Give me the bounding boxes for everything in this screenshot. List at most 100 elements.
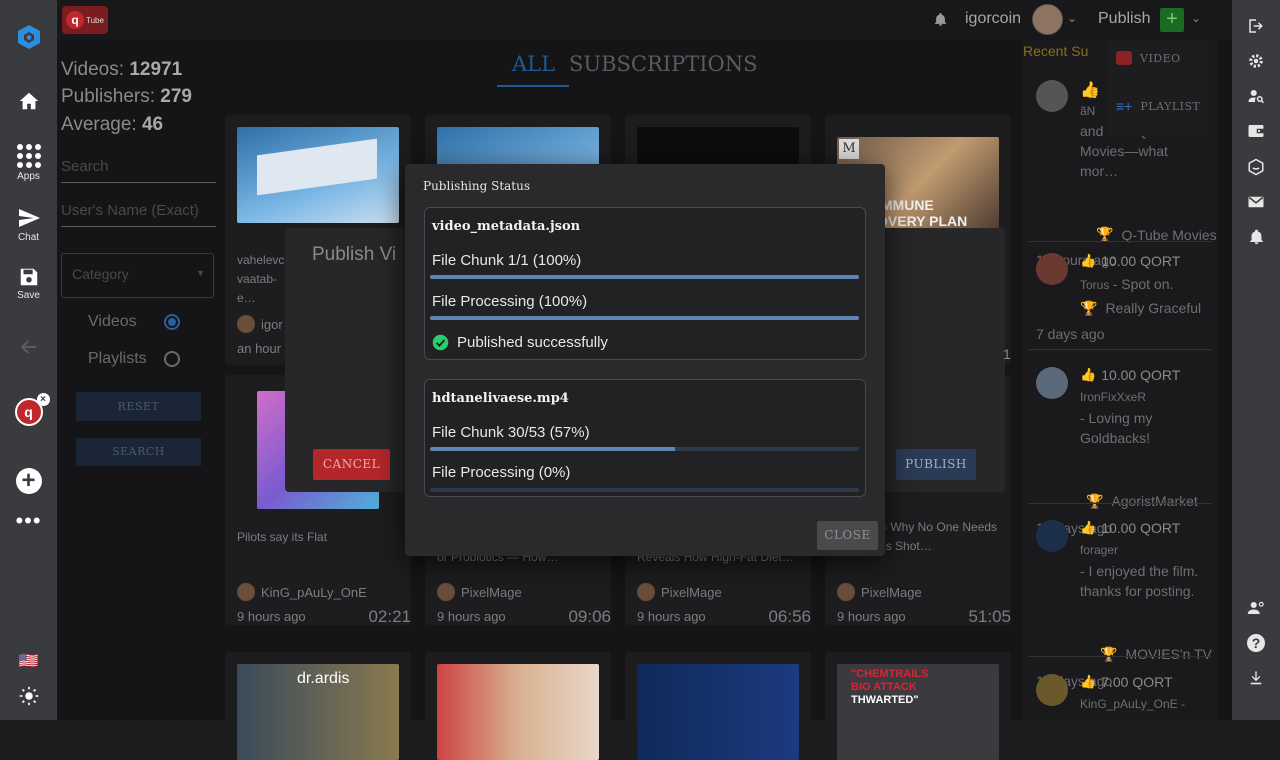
mail-icon[interactable] [1232, 193, 1280, 211]
publishing-status-modal: Publishing Status video_metadata.json Fi… [405, 164, 885, 556]
download-icon[interactable] [1232, 669, 1280, 687]
superlike-amount: 10.00 QORT [1101, 253, 1181, 269]
qtube-logo[interactable]: q Tube [62, 6, 108, 34]
superlike-amount-row: 👍 10.00 QORT [1080, 253, 1180, 269]
left-rail: Apps Chat Save q × + ••• 🇺🇸 [0, 0, 57, 720]
user-avatar[interactable] [1032, 4, 1063, 35]
superlike-target-name: MOVIES'n TV [1125, 646, 1212, 662]
chat-button[interactable]: Chat [0, 206, 57, 243]
search-input[interactable]: Search [61, 158, 216, 183]
wallet-icon[interactable] [1232, 122, 1280, 140]
superlike-user-comment: Torus - Spot on. [1080, 276, 1173, 292]
author-avatar [837, 583, 855, 601]
tab-subscriptions[interactable]: SUBSCRIPTIONS [569, 52, 758, 76]
video-time: an hour [237, 341, 282, 356]
video-card[interactable] [425, 652, 611, 760]
apps-button[interactable]: Apps [0, 143, 57, 182]
video-card[interactable]: "CHEMTRAILS BIO ATTACK THWARTED" [825, 652, 1011, 760]
file-name: video_metadata.json [432, 219, 581, 234]
superlike-target: 🏆 MOVIES'n TV [1100, 646, 1212, 663]
qtube-app-icon[interactable]: q × [0, 393, 57, 426]
recent-header: Recent Su [1023, 43, 1089, 59]
publish-menu-label[interactable]: Publish [1098, 10, 1150, 28]
video-time-row: 9 hours ago 02:21 [237, 607, 411, 626]
settings-gear-icon[interactable] [1232, 52, 1280, 70]
user-name-input[interactable]: User's Name (Exact) [61, 202, 216, 227]
back-arrow-icon[interactable] [0, 336, 57, 358]
publish-add-icon[interactable]: + [1160, 8, 1184, 32]
superlike-target-name: AgoristMarket [1111, 493, 1198, 509]
superlike-amount: 10.00 QORT [1101, 520, 1181, 536]
superlike-amount-row: 👍 10.00 QORT [1080, 367, 1180, 383]
superlike-target-name: Really Graceful [1105, 300, 1202, 316]
publish-playlist-option[interactable]: ≡+ PLAYLIST [1116, 98, 1200, 114]
close-app-icon[interactable]: × [36, 393, 50, 406]
publish-dropdown-menu: VIDEO ≡+ PLAYLIST [1108, 40, 1208, 136]
chunk-progress-bar [430, 447, 859, 451]
videos-stat-label: Videos: [61, 59, 125, 80]
send-icon [18, 209, 40, 227]
bell-icon[interactable] [1232, 228, 1280, 246]
trophy-icon: 🏆 [1086, 493, 1104, 509]
superlike-avatar [1036, 367, 1068, 399]
publish-menu-chevron-icon[interactable]: ⌄ [1191, 11, 1201, 25]
home-icon[interactable] [0, 90, 57, 112]
tab-all-underline [497, 85, 569, 87]
trophy-icon: 🏆 [1100, 646, 1118, 662]
superlike-comment: - I enjoyed the film. thanks for posting… [1080, 563, 1199, 599]
language-flag-icon[interactable]: 🇺🇸 [0, 651, 57, 671]
search-button[interactable]: SEARCH [76, 438, 201, 466]
superlike-avatar [1036, 520, 1068, 552]
more-options-icon[interactable]: ••• [0, 508, 57, 534]
category-select[interactable]: Category ▼ [61, 253, 214, 298]
video-card[interactable] [625, 652, 811, 760]
average-stat-label: Average: [61, 114, 137, 135]
apps-grid-icon [16, 144, 41, 168]
apps-label: Apps [17, 171, 40, 182]
theme-toggle-icon[interactable] [0, 686, 57, 706]
user-search-icon[interactable] [1232, 87, 1280, 105]
cancel-button[interactable]: CANCEL [313, 449, 390, 480]
superlike-comment: - [1180, 697, 1185, 711]
hexagon-app-icon[interactable] [1232, 158, 1280, 176]
superlike-amount: 10.00 QORT [1101, 367, 1181, 383]
publish-button[interactable]: PUBLISH [896, 449, 976, 480]
thumb-bioattack-text: BIO ATTACK [851, 681, 917, 693]
superlike-user: ãN [1080, 104, 1096, 118]
playlist-add-icon: ≡+ [1116, 98, 1133, 114]
video-title: vahelevc… vaatab-e… [237, 253, 297, 305]
publish-modal-title: Publish Vi [312, 244, 397, 265]
thumbs-up-icon: 👍 [1080, 367, 1097, 382]
video-time-row: 9 hours ago 09:06 [437, 607, 611, 626]
user-menu-chevron-icon[interactable]: ⌄ [1067, 11, 1077, 25]
author-name: PixelMage [661, 584, 722, 600]
save-icon [20, 268, 37, 286]
save-label: Save [17, 290, 40, 301]
video-card[interactable]: dr.ardis [225, 652, 411, 760]
add-app-icon[interactable]: + [0, 468, 57, 494]
logout-icon[interactable] [1232, 17, 1280, 35]
logo-text: Tube [86, 15, 104, 25]
tab-all[interactable]: ALL [512, 52, 555, 76]
save-button[interactable]: Save [0, 266, 57, 301]
user-settings-icon[interactable] [1232, 599, 1280, 617]
video-icon [1116, 51, 1132, 65]
video-duration: 06:56 [768, 607, 811, 626]
playlists-radio[interactable] [164, 351, 180, 367]
videos-radio[interactable] [164, 314, 180, 330]
author-avatar [637, 583, 655, 601]
app-logo-icon[interactable] [0, 24, 57, 50]
thumb-chemtrails-text: "CHEMTRAILS [851, 668, 929, 680]
video-time-row: 9 hours ago 51:05 [837, 607, 1011, 626]
check-circle-icon [432, 334, 449, 351]
notifications-bell-icon[interactable] [933, 11, 948, 33]
video-time: 9 hours ago [237, 609, 306, 624]
close-button[interactable]: CLOSE [817, 521, 878, 550]
playlists-radio-label: Playlists [88, 350, 147, 367]
help-icon[interactable]: ? [1232, 634, 1280, 652]
publish-video-label: VIDEO [1140, 51, 1181, 65]
publish-video-option[interactable]: VIDEO [1116, 51, 1181, 65]
username-label[interactable]: igorcoin [965, 10, 1021, 28]
reset-button[interactable]: RESET [76, 392, 201, 421]
superlike-amount-row: 👍 7.00 QORT [1080, 674, 1173, 690]
